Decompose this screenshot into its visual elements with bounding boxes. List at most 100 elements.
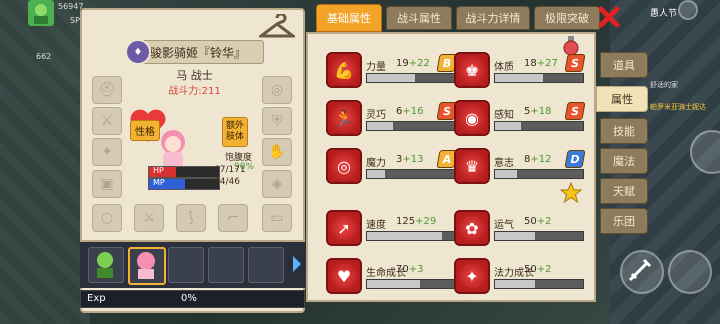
menu-attributes[interactable]: 属性 [596,86,648,112]
menu-magic[interactable]: 魔法 [600,148,648,174]
home-label: 舒适的家 [650,81,678,89]
hp-label: HP [153,166,164,175]
stat-bar-fill [495,280,535,288]
sword-icon [628,258,652,282]
stat-values: 6+16 [396,106,423,117]
stat-row: ➚ 速度 125+29 [326,210,456,250]
tab-basic-attributes[interactable]: 基础属性 [316,4,382,32]
stat-values: 18+27 [524,58,558,69]
quest-label: 帕罗米亚骑士妮达 [650,103,706,111]
bow-icon: ⟆ [188,210,194,226]
stat-name: 速度 [366,220,386,231]
bow-button[interactable] [668,250,712,294]
extra-limb-button[interactable]: 额外肢体 [222,117,248,147]
stat-name: 感知 [494,110,514,121]
stat-bar-fill [367,170,385,178]
stat-bar [366,231,456,241]
equip-slot-shield[interactable]: ⛨ [262,107,292,135]
stat-bar [494,73,584,83]
stat-values: 50+2 [524,216,551,227]
stat-row: 💪 力量 19+22 B [326,52,458,92]
team-member-slot-empty[interactable] [208,247,244,283]
stat-bonus: +12 [530,154,552,165]
tab-combat-attributes[interactable]: 战斗属性 [386,6,452,30]
tab-power-details[interactable]: 战斗力详情 [456,6,530,30]
strength-icon: 💪 [326,52,362,88]
badge-icon: ♦ [125,39,151,65]
equip-slot-necklace[interactable]: ◎ [262,76,292,104]
stat-bar [494,231,584,241]
next-arrow-icon[interactable] [293,256,301,272]
team-member-slot-active[interactable] [128,247,166,285]
luck-icon: ✿ [454,210,490,246]
vitality-icon: ♚ [454,52,490,88]
wardrobe-hanger-icon[interactable] [259,14,295,40]
stat-bonus: +22 [408,58,430,69]
map-name: 愚人节 [650,9,678,19]
stat-grade-badge: D [564,150,586,168]
stat-bar-fill [495,232,535,240]
stat-base: 19 [396,58,409,69]
equip-slot-sword[interactable]: ⚔ [134,204,164,232]
team-member-slot-empty[interactable] [168,247,204,283]
stat-grade-badge: S [564,54,586,72]
stat-bar [366,279,456,289]
stat-row: ♚ 体质 18+27 S [454,52,586,92]
menu-button[interactable] [678,0,698,20]
equip-slot-boots[interactable]: ⌐ [218,204,248,232]
hp-bar: HP [148,166,220,178]
equip-slot-cloak[interactable]: ◈ [262,170,292,198]
helmet-icon: ⛑ [98,82,116,98]
stat-name: 体质 [494,62,514,73]
equip-slot-helmet[interactable]: ⛑ [92,76,122,104]
mp-label: MP [153,178,165,187]
close-icon[interactable] [598,6,620,28]
equip-slot-armor[interactable]: ▣ [92,170,122,198]
stat-row: ♛ 意志 8+12 D [454,148,586,188]
stat-base: 125 [396,216,416,227]
equip-slot-offhand[interactable]: ✦ [92,138,122,166]
menu-band[interactable]: 乐团 [600,208,648,234]
boots-icon: ⌐ [227,210,239,226]
stat-values: 19+22 [396,58,430,69]
speed-icon: ➚ [326,210,362,246]
avatar-icon [28,0,54,26]
agility-icon: 🏃 [326,100,362,136]
stat-grade-badge: S [564,102,586,120]
shield-icon: ⛨ [271,113,283,129]
attack-button[interactable] [620,250,664,294]
stat-name: 魔力 [366,158,386,169]
stat-bar-fill [495,170,517,178]
team-member-slot[interactable] [88,247,124,283]
green-character-icon [97,252,113,278]
stat-bar-fill [367,232,442,240]
stat-row: ✿ 运气 50+2 [454,210,584,250]
stat-bar-fill [367,74,416,82]
stat-name: 灵巧 [366,110,386,121]
menu-talents[interactable]: 天赋 [600,178,648,204]
stat-bar-fill [495,122,522,130]
background-tiles [0,0,90,324]
stat-bar [494,169,584,179]
stat-name: 力量 [366,62,386,73]
mp-bar: MP [148,178,220,190]
equip-slot-weapon[interactable]: ⚔ [92,107,122,135]
gold-amount: 662 [36,52,52,61]
mana-growth-icon: ✦ [454,258,490,294]
character-title: 骏影骑姬『铃华』 [149,45,246,60]
stat-base: 18 [524,58,537,69]
stat-values: 125+29 [396,216,436,227]
stat-bonus: +3 [408,264,424,275]
equip-slot-ring[interactable]: ○ [92,204,122,232]
equip-slot-gloves[interactable]: ✋ [262,138,292,166]
exp-value: 0% [181,293,197,304]
team-member-slot-empty[interactable] [248,247,284,283]
menu-items[interactable]: 道具 [600,52,648,78]
equip-slot-belt[interactable]: ▭ [262,204,292,232]
sword-slot-icon: ⚔ [142,210,156,226]
stat-base: 70 [396,264,409,275]
equip-slot-bow[interactable]: ⟆ [176,204,206,232]
stat-row: 🏃 灵巧 6+16 S [326,100,458,140]
tab-limit-break[interactable]: 极限突破 [534,6,600,30]
menu-skills[interactable]: 技能 [600,118,648,144]
